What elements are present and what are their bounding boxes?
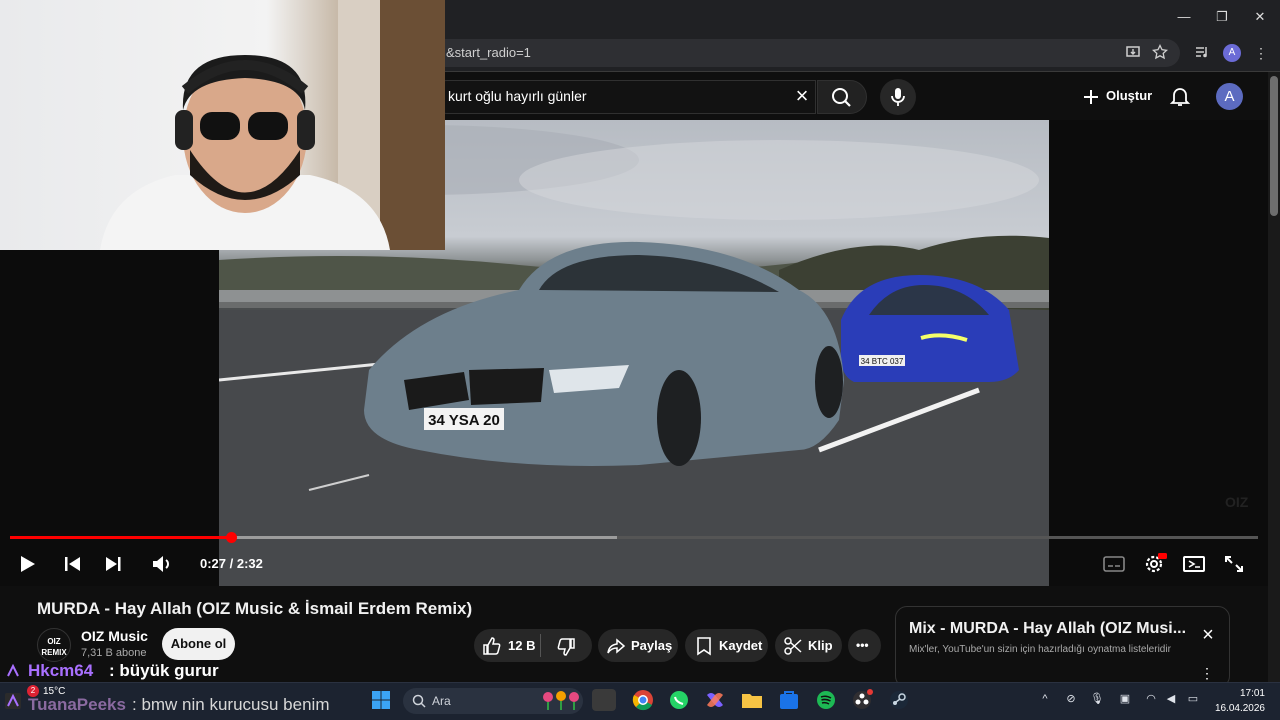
whatsapp-icon[interactable] (667, 689, 691, 711)
subtitles-button[interactable] (1101, 552, 1127, 576)
next-button[interactable] (100, 552, 126, 576)
mix-title: Mix - MURDA - Hay Allah (OIZ Musi... (909, 620, 1187, 637)
mix-more-icon[interactable]: ⋮ (1199, 665, 1215, 681)
clip-label: Klip (808, 638, 833, 653)
rear-car-plate: 34 BTC 037 (861, 357, 904, 366)
chat-message: : bmw nin kurucusu benim (132, 695, 330, 714)
like-divider (540, 634, 541, 657)
webcam-overlay (0, 0, 445, 250)
settings-button[interactable] (1141, 552, 1167, 576)
notifications-bell-icon[interactable] (1168, 84, 1192, 108)
scissors-icon (783, 636, 803, 656)
close-icon[interactable]: × (1197, 624, 1219, 646)
youtube-account-avatar[interactable]: A (1216, 83, 1243, 110)
bookmark-star-icon[interactable] (1151, 43, 1169, 62)
browser-profile-avatar[interactable]: A (1223, 44, 1241, 62)
progress-played (10, 536, 231, 539)
channel-avatar[interactable]: OIZ REMIX (37, 628, 71, 662)
play-icon (21, 556, 35, 572)
fullscreen-icon (1225, 556, 1243, 572)
restore-button[interactable]: ❐ (1204, 6, 1240, 28)
sync-off-icon[interactable]: ⊘ (1064, 692, 1078, 706)
search-button[interactable] (817, 80, 867, 114)
tray-chevron-icon[interactable]: ^ (1038, 692, 1052, 706)
microphone-icon (891, 88, 905, 106)
address-bar[interactable] (430, 39, 1180, 67)
media-queue-icon[interactable] (1193, 44, 1211, 62)
subtitles-icon (1103, 556, 1125, 572)
obs-icon[interactable] (850, 689, 874, 711)
miniplayer-icon (1183, 556, 1205, 572)
chat-username: TuanaPeeks (28, 695, 126, 714)
chat-username: Hkcm64 (28, 661, 94, 680)
mix-subtitle: Mix'ler, YouTube'un sizin için hazırladı… (909, 644, 1171, 655)
chat-badge-icon (6, 663, 20, 678)
gear-icon (1145, 553, 1167, 573)
chat-message: : büyük gurur (109, 661, 219, 680)
save-label: Kaydet (719, 638, 763, 653)
taskbar-clock[interactable]: 17:01 16.04.2026 (1212, 686, 1265, 716)
task-view-icon[interactable] (592, 689, 616, 711)
chrome-icon[interactable] (631, 689, 655, 711)
search-query-text[interactable]: kurt oğlu hayırlı günler (448, 88, 587, 104)
speaker-icon[interactable]: ◀ (1164, 692, 1178, 706)
subscribe-button[interactable]: Abone ol (162, 628, 235, 660)
front-car-plate: 34 YSA 20 (428, 412, 500, 429)
voice-search-button[interactable] (880, 79, 916, 115)
plus-icon (1084, 90, 1098, 104)
clear-search-icon[interactable]: × (790, 84, 814, 108)
wifi-icon[interactable]: ◠ (1144, 692, 1158, 706)
fullscreen-button[interactable] (1221, 552, 1247, 576)
dislike-button[interactable] (556, 637, 576, 657)
video-title: MURDA - Hay Allah (OIZ Music & İsmail Er… (37, 599, 473, 618)
previous-button[interactable] (60, 552, 86, 576)
more-dots-icon: ••• (856, 638, 869, 652)
clock-date: 16.04.2026 (1214, 703, 1265, 714)
like-button[interactable] (482, 636, 502, 656)
streamer-figure (100, 0, 445, 250)
create-label: Oluştur (1106, 88, 1153, 103)
thumbs-up-icon (483, 637, 501, 655)
bookmark-icon (694, 636, 714, 656)
spotify-icon[interactable] (814, 689, 838, 711)
volume-button[interactable] (149, 552, 175, 576)
display-tray-icon[interactable]: ▣ (1118, 692, 1132, 706)
file-explorer-icon[interactable] (740, 689, 764, 711)
share-icon (606, 636, 626, 656)
clock-time: 17:01 (1239, 688, 1265, 699)
search-icon (412, 694, 426, 708)
microphone-tray-icon[interactable]: 🎙 (1090, 692, 1104, 706)
like-count[interactable]: 12 B (508, 638, 535, 653)
time-display: 0:27 / 2:32 (200, 556, 263, 571)
miniplayer-button[interactable] (1181, 552, 1207, 576)
install-app-icon[interactable] (1124, 44, 1142, 62)
video-watermark: OIZ (1225, 494, 1249, 510)
previous-icon (65, 557, 80, 571)
steam-icon[interactable] (887, 689, 911, 711)
next-icon (106, 557, 121, 571)
share-label: Paylaş (631, 638, 673, 653)
microsoft-store-icon[interactable] (777, 689, 801, 711)
channel-name[interactable]: OIZ Music (81, 628, 148, 644)
subscriber-count: 7,31 B abone (81, 647, 147, 659)
play-button[interactable] (15, 552, 41, 576)
thumbs-down-icon (557, 638, 575, 656)
browser-menu-icon[interactable]: ⋮ (1252, 44, 1270, 62)
tulips-search-highlight-icon (541, 690, 581, 710)
url-text[interactable]: &start_radio=1 (446, 45, 531, 60)
search-icon (832, 88, 851, 107)
windows-start-icon[interactable] (370, 689, 394, 711)
scrollbar-thumb[interactable] (1270, 76, 1278, 216)
minimize-button[interactable]: — (1166, 6, 1202, 28)
taskbar-search-placeholder[interactable]: Ara (432, 694, 451, 708)
volume-icon (153, 556, 169, 572)
progress-scrubber[interactable] (225, 532, 237, 543)
battery-icon[interactable]: ▭ (1186, 692, 1200, 706)
close-window-button[interactable]: ✕ (1242, 6, 1278, 28)
stream-app-icon[interactable] (5, 693, 21, 709)
copilot-icon[interactable] (703, 689, 727, 711)
